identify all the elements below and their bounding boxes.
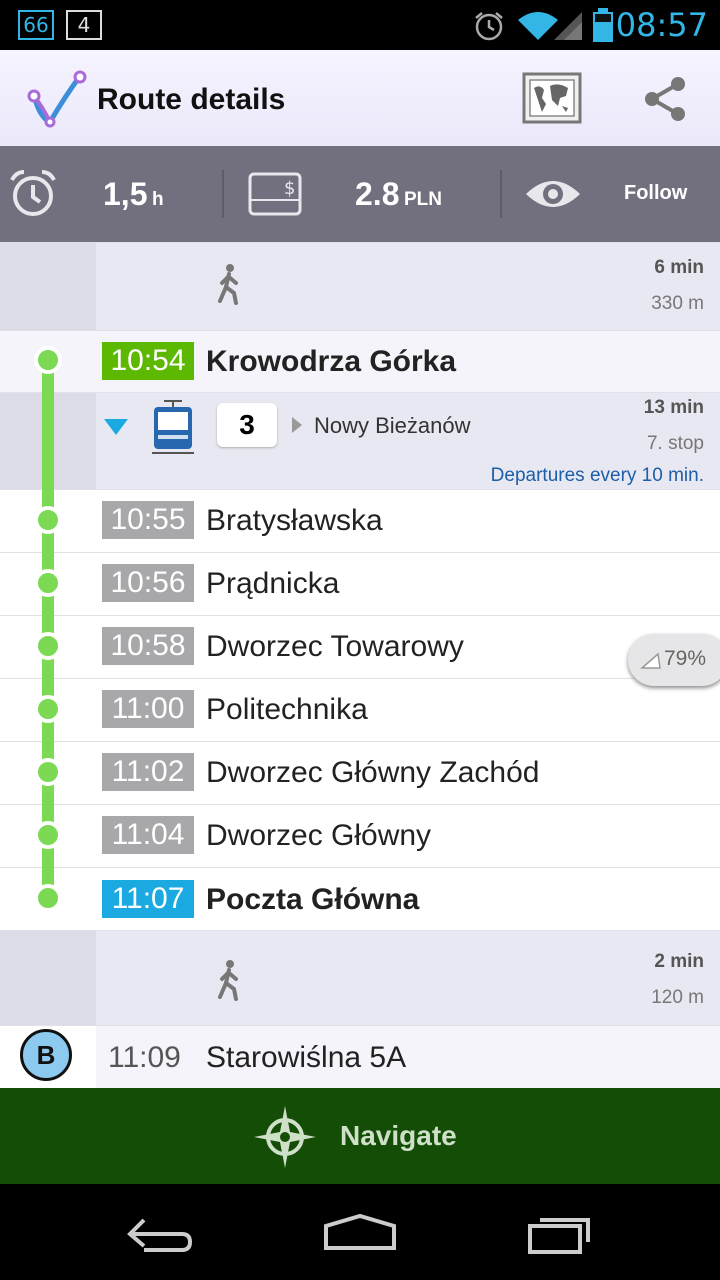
stop-name: Dworzec Główny Zachód	[206, 756, 540, 789]
transit-segment[interactable]: 3 Nowy Bieżanów 13 min 7. stop Departure…	[0, 392, 720, 490]
recent-apps-icon[interactable]	[526, 1210, 596, 1254]
stop-name: Dworzec Towarowy	[206, 630, 464, 663]
duration-value: 1,5	[103, 176, 148, 212]
walk-distance: 330 m	[651, 293, 704, 314]
crowd-badge[interactable]: 79%	[628, 634, 720, 686]
alarm-clock-icon	[10, 170, 56, 216]
stop-time-badge: 11:00	[102, 690, 194, 728]
line-number-badge: 3	[217, 403, 277, 447]
price: 2.8 PLN	[355, 176, 442, 213]
walk-duration: 2 min	[654, 951, 704, 972]
route-logo-icon[interactable]	[24, 68, 88, 130]
stop-row[interactable]: 11:00 Politechnika	[0, 678, 720, 741]
departures-frequency-link[interactable]: Departures every 10 min.	[491, 465, 704, 487]
duration: 1,5 h	[103, 176, 164, 213]
destination-name: Starowiślna 5A	[206, 1041, 407, 1074]
divider	[500, 170, 502, 218]
destination-marker: B	[20, 1029, 72, 1081]
clock: 08:57	[615, 6, 708, 44]
stop-name: Krowodrza Górka	[206, 345, 457, 378]
tram-icon	[152, 400, 194, 454]
map-icon[interactable]	[522, 72, 582, 124]
system-navigation-bar	[0, 1184, 720, 1280]
back-icon[interactable]	[124, 1214, 196, 1254]
stop-time-badge: 10:58	[102, 627, 194, 665]
ticket-price-icon: $	[248, 172, 302, 216]
route-line	[34, 346, 62, 912]
stop-row[interactable]: 11:02 Dworzec Główny Zachód	[0, 741, 720, 804]
stop-name: Politechnika	[206, 693, 368, 726]
arrival-time-badge: 11:07	[102, 880, 194, 918]
battery-icon	[593, 8, 613, 42]
destination-row[interactable]: B 11:09 Starowiślna 5A	[0, 1025, 720, 1089]
stop-name: Prądnicka	[206, 567, 340, 600]
direction-arrow-icon	[292, 417, 302, 433]
notification-icon-4: 4	[66, 10, 102, 40]
walk-segment[interactable]: 2 min 120 m	[0, 930, 720, 1026]
stop-count: 7. stop	[646, 433, 704, 454]
stop-time-badge: 10:56	[102, 564, 194, 602]
stop-row-start[interactable]: 10:54 Krowodrza Górka	[0, 330, 720, 392]
navigate-label: Navigate	[340, 1120, 457, 1151]
arrival-time: 11:09	[108, 1041, 181, 1074]
crowd-percent: 79%	[664, 647, 707, 670]
stop-row-end[interactable]: 11:07 Poczta Główna	[0, 867, 720, 930]
walk-duration: 6 min	[654, 257, 704, 278]
stop-name: Poczta Główna	[206, 883, 420, 916]
action-bar: Route details	[0, 50, 720, 146]
walk-segment[interactable]: 6 min 330 m	[0, 242, 720, 331]
stop-time-badge: 10:55	[102, 501, 194, 539]
walk-distance: 120 m	[651, 987, 704, 1008]
transit-duration: 13 min	[643, 397, 704, 418]
page-title: Route details	[97, 83, 286, 116]
stop-name: Bratysławska	[206, 504, 383, 537]
route-summary-bar: 1,5 h $ 2.8 PLN Follow	[0, 146, 720, 242]
alarm-icon	[475, 12, 503, 41]
walking-person-icon	[218, 264, 238, 305]
stop-row[interactable]: 11:04 Dworzec Główny	[0, 804, 720, 867]
navigate-button[interactable]: Navigate	[0, 1088, 720, 1184]
stop-row[interactable]: 10:55 Bratysławska	[0, 489, 720, 552]
duration-unit: h	[151, 189, 164, 210]
stop-name: Dworzec Główny	[206, 819, 432, 852]
tram-small-icon	[640, 652, 661, 669]
stop-time-badge: 11:02	[102, 753, 194, 791]
departure-time-badge: 10:54	[102, 342, 194, 380]
stop-row[interactable]: 10:58 Dworzec Towarowy	[0, 615, 720, 678]
svg-text:$: $	[284, 178, 295, 199]
share-icon[interactable]	[640, 74, 690, 124]
expand-triangle-icon[interactable]	[102, 417, 130, 437]
compass-icon	[254, 1106, 316, 1168]
follow-label: Follow	[624, 182, 688, 204]
notification-icon-66: 66	[18, 10, 54, 40]
home-icon[interactable]	[322, 1212, 398, 1252]
divider	[222, 170, 224, 218]
signal-icon	[554, 12, 582, 40]
stop-time-badge: 11:04	[102, 816, 194, 854]
direction-label: Nowy Bieżanów	[314, 413, 471, 438]
stop-row[interactable]: 10:56 Prądnicka	[0, 552, 720, 615]
walking-person-icon	[218, 960, 238, 1001]
price-value: 2.8	[355, 176, 400, 212]
eye-icon	[526, 181, 580, 207]
follow-button[interactable]: Follow	[520, 166, 720, 222]
status-bar: 66 4 08:57	[0, 0, 720, 50]
price-unit: PLN	[403, 189, 442, 210]
